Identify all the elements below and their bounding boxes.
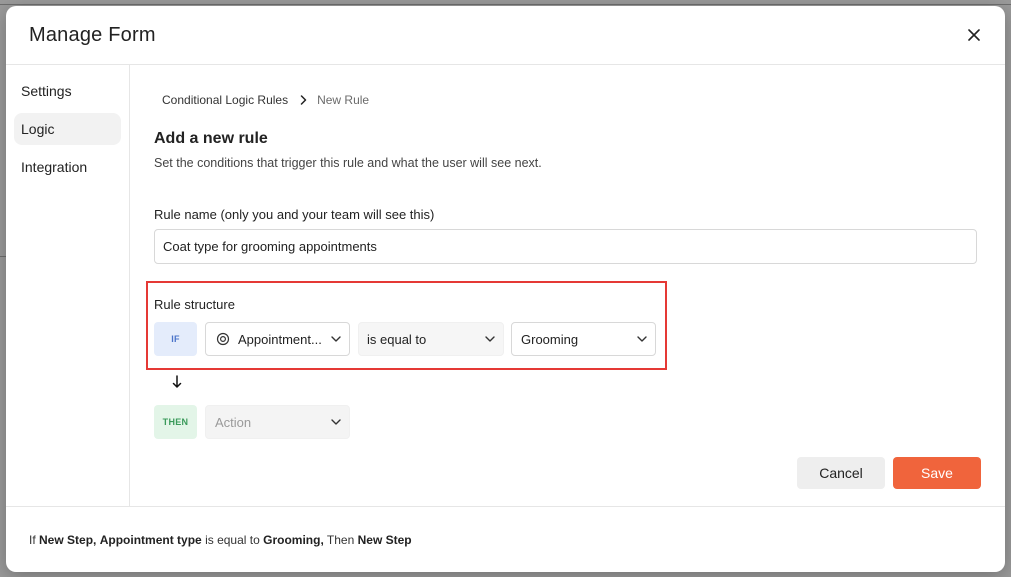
section-title: Add a new rule [154,130,268,147]
condition-operator-value: is equal to [367,331,427,347]
condition-operator-select[interactable]: is equal to [358,322,504,356]
rule-editor: Conditional Logic Rules New Rule Add a n… [130,65,1005,506]
breadcrumb-current: New Rule [317,93,370,107]
summary-operator: is equal to [205,533,260,547]
close-icon [968,29,980,41]
sidebar-item-label: Settings [21,83,72,99]
cancel-button[interactable]: Cancel [797,457,885,489]
breadcrumb-parent-link[interactable]: Conditional Logic Rules [162,93,288,107]
summary-value: Grooming, [263,533,324,547]
background-divider [0,4,1011,5]
sidebar-item-integration[interactable]: Integration [14,151,121,183]
rule-summary: If New Step, Appointment type is equal t… [29,533,412,547]
arrow-down-icon [172,375,182,388]
modal-title: Manage Form [29,24,156,46]
then-badge: THEN [154,405,197,439]
close-button[interactable] [963,24,985,46]
save-button[interactable]: Save [893,457,981,489]
rule-structure-label: Rule structure [154,297,235,312]
sidebar-item-label: Integration [21,159,88,175]
sidebar-item-label: Logic [21,121,55,137]
section-subtitle: Set the conditions that trigger this rul… [154,156,542,170]
chevron-down-icon [323,419,349,425]
condition-field-select[interactable]: Appointment... [205,322,350,356]
sidebar-item-logic[interactable]: Logic [14,113,121,145]
action-select[interactable]: Action [205,405,350,439]
modal-footer: If New Step, Appointment type is equal t… [6,506,1005,572]
target-icon [216,332,230,346]
chevron-down-icon [323,336,349,342]
chevron-right-icon [300,95,307,105]
manage-form-modal: Manage Form Settings Logic Integration C… [6,6,1005,572]
rule-name-label: Rule name (only you and your team will s… [154,207,435,222]
action-select-placeholder: Action [215,414,252,430]
modal-header: Manage Form [6,6,1005,65]
summary-step: New Step, [39,533,97,547]
condition-value-value: Grooming [521,331,579,347]
chevron-down-icon [477,336,503,342]
summary-target: New Step [357,533,412,547]
chevron-down-icon [629,336,655,342]
summary-field: Appointment type [99,533,202,547]
sidebar-item-settings[interactable]: Settings [14,75,121,107]
if-badge: IF [154,322,197,356]
summary-then: Then [326,533,355,547]
breadcrumb: Conditional Logic Rules New Rule [162,93,369,107]
sidebar: Settings Logic Integration [6,65,130,506]
condition-field-value: Appointment... [238,331,322,347]
rule-name-input[interactable] [154,229,977,264]
summary-if: If [29,533,36,547]
condition-value-select[interactable]: Grooming [511,322,656,356]
